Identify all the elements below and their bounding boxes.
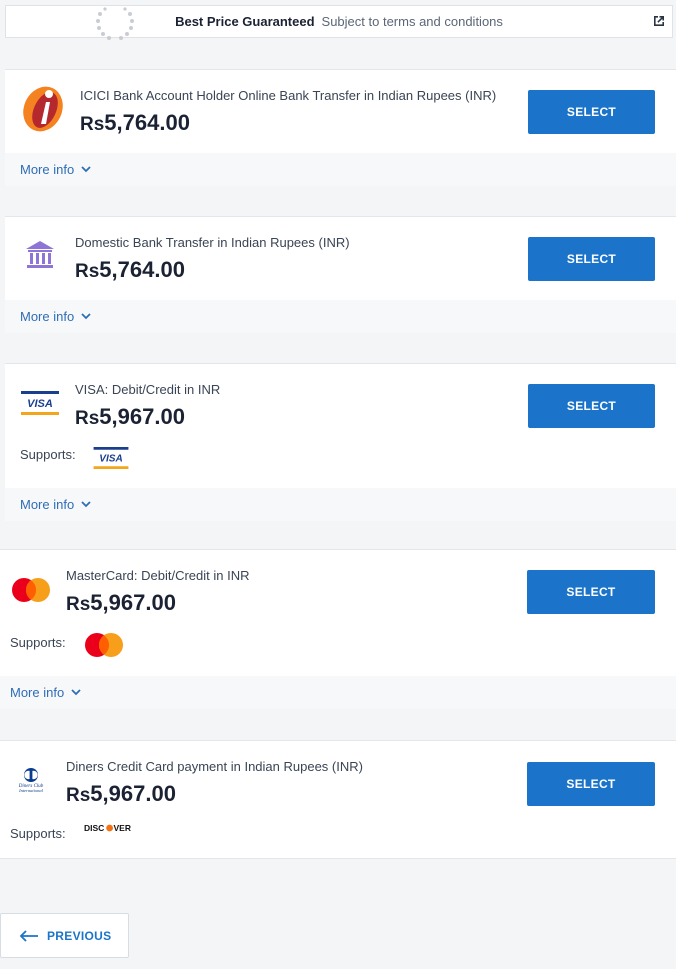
icici-logo-icon <box>23 86 63 132</box>
payment-option-price: Rs5,764.00 <box>80 110 190 136</box>
more-info-label: More info <box>10 685 65 700</box>
select-button[interactable]: SELECT <box>527 570 655 614</box>
supports-label: Supports: <box>20 447 76 462</box>
price-amount: 5,764.00 <box>99 257 185 282</box>
more-info-toggle[interactable]: More info <box>5 488 676 521</box>
bank-icon <box>26 241 54 268</box>
more-info-label: More info <box>20 309 75 324</box>
currency-symbol: Rs <box>75 261 100 282</box>
payment-option-price: Rs5,967.00 <box>75 404 185 430</box>
chevron-down-icon <box>81 313 91 320</box>
external-link-icon[interactable] <box>652 14 666 28</box>
payment-option-domestic-bank: Domestic Bank Transfer in Indian Rupees … <box>5 216 676 333</box>
more-info-toggle[interactable]: More info <box>0 676 676 709</box>
more-info-label: More info <box>20 162 75 177</box>
select-button[interactable]: SELECT <box>528 90 655 134</box>
payment-option-visa: VISA VISA: Debit/Credit in INR Rs5,967.0… <box>5 363 676 521</box>
diners-club-logo-icon: Diners Club International <box>18 768 44 793</box>
mastercard-logo-icon <box>85 633 123 657</box>
discover-logo-icon: DISC VER <box>84 823 131 833</box>
payment-option-diners: Diners Club International Diners Credit … <box>0 740 676 859</box>
more-info-toggle[interactable]: More info <box>5 300 676 333</box>
currency-symbol: Rs <box>66 594 91 615</box>
currency-symbol: Rs <box>80 114 105 135</box>
payment-option-icici: ICICI Bank Account Holder Online Bank Tr… <box>5 69 676 186</box>
payment-option-price: Rs5,967.00 <box>66 781 176 807</box>
diners-logo-line2: International <box>18 788 43 793</box>
select-button[interactable]: SELECT <box>528 237 655 281</box>
price-amount: 5,967.00 <box>99 404 185 429</box>
payment-option-name: Diners Credit Card payment in Indian Rup… <box>66 759 363 774</box>
visa-logo-icon: VISA <box>93 447 129 469</box>
previous-button[interactable]: PREVIOUS <box>0 913 129 958</box>
best-price-banner: Best Price Guaranteed Subject to terms a… <box>5 5 673 40</box>
payment-option-name: VISA: Debit/Credit in INR <box>75 382 221 397</box>
payment-option-price: Rs5,764.00 <box>75 257 185 283</box>
payment-option-mastercard: MasterCard: Debit/Credit in INR Rs5,967.… <box>0 549 676 709</box>
visa-logo-text: VISA <box>99 454 123 465</box>
payment-option-name: MasterCard: Debit/Credit in INR <box>66 568 250 583</box>
currency-symbol: Rs <box>75 408 100 429</box>
discover-logo-text-b: VER <box>114 823 131 833</box>
chevron-down-icon <box>81 501 91 508</box>
more-info-label: More info <box>20 497 75 512</box>
visa-logo-icon: VISA <box>21 391 59 415</box>
banner-subtitle: Subject to terms and conditions <box>321 14 503 29</box>
currency-symbol: Rs <box>66 785 91 806</box>
discover-logo-text-a: DISC <box>84 823 104 833</box>
payment-option-price: Rs5,967.00 <box>66 590 176 616</box>
supports-label: Supports: <box>10 635 66 650</box>
payment-option-name: Domestic Bank Transfer in Indian Rupees … <box>75 235 350 250</box>
payment-option-name: ICICI Bank Account Holder Online Bank Tr… <box>80 88 497 103</box>
laurel-icon <box>96 7 134 40</box>
banner-title: Best Price Guaranteed <box>175 14 315 29</box>
supports-label: Supports: <box>10 826 66 841</box>
chevron-down-icon <box>81 166 91 173</box>
visa-logo-text: VISA <box>27 398 53 410</box>
select-button[interactable]: SELECT <box>527 762 655 806</box>
chevron-down-icon <box>71 689 81 696</box>
price-amount: 5,967.00 <box>90 781 176 806</box>
select-button[interactable]: SELECT <box>528 384 655 428</box>
more-info-toggle[interactable]: More info <box>5 153 676 186</box>
mastercard-logo-icon <box>12 578 50 602</box>
arrow-left-icon <box>19 929 38 942</box>
previous-label: PREVIOUS <box>47 928 112 943</box>
price-amount: 5,764.00 <box>104 110 190 135</box>
price-amount: 5,967.00 <box>90 590 176 615</box>
